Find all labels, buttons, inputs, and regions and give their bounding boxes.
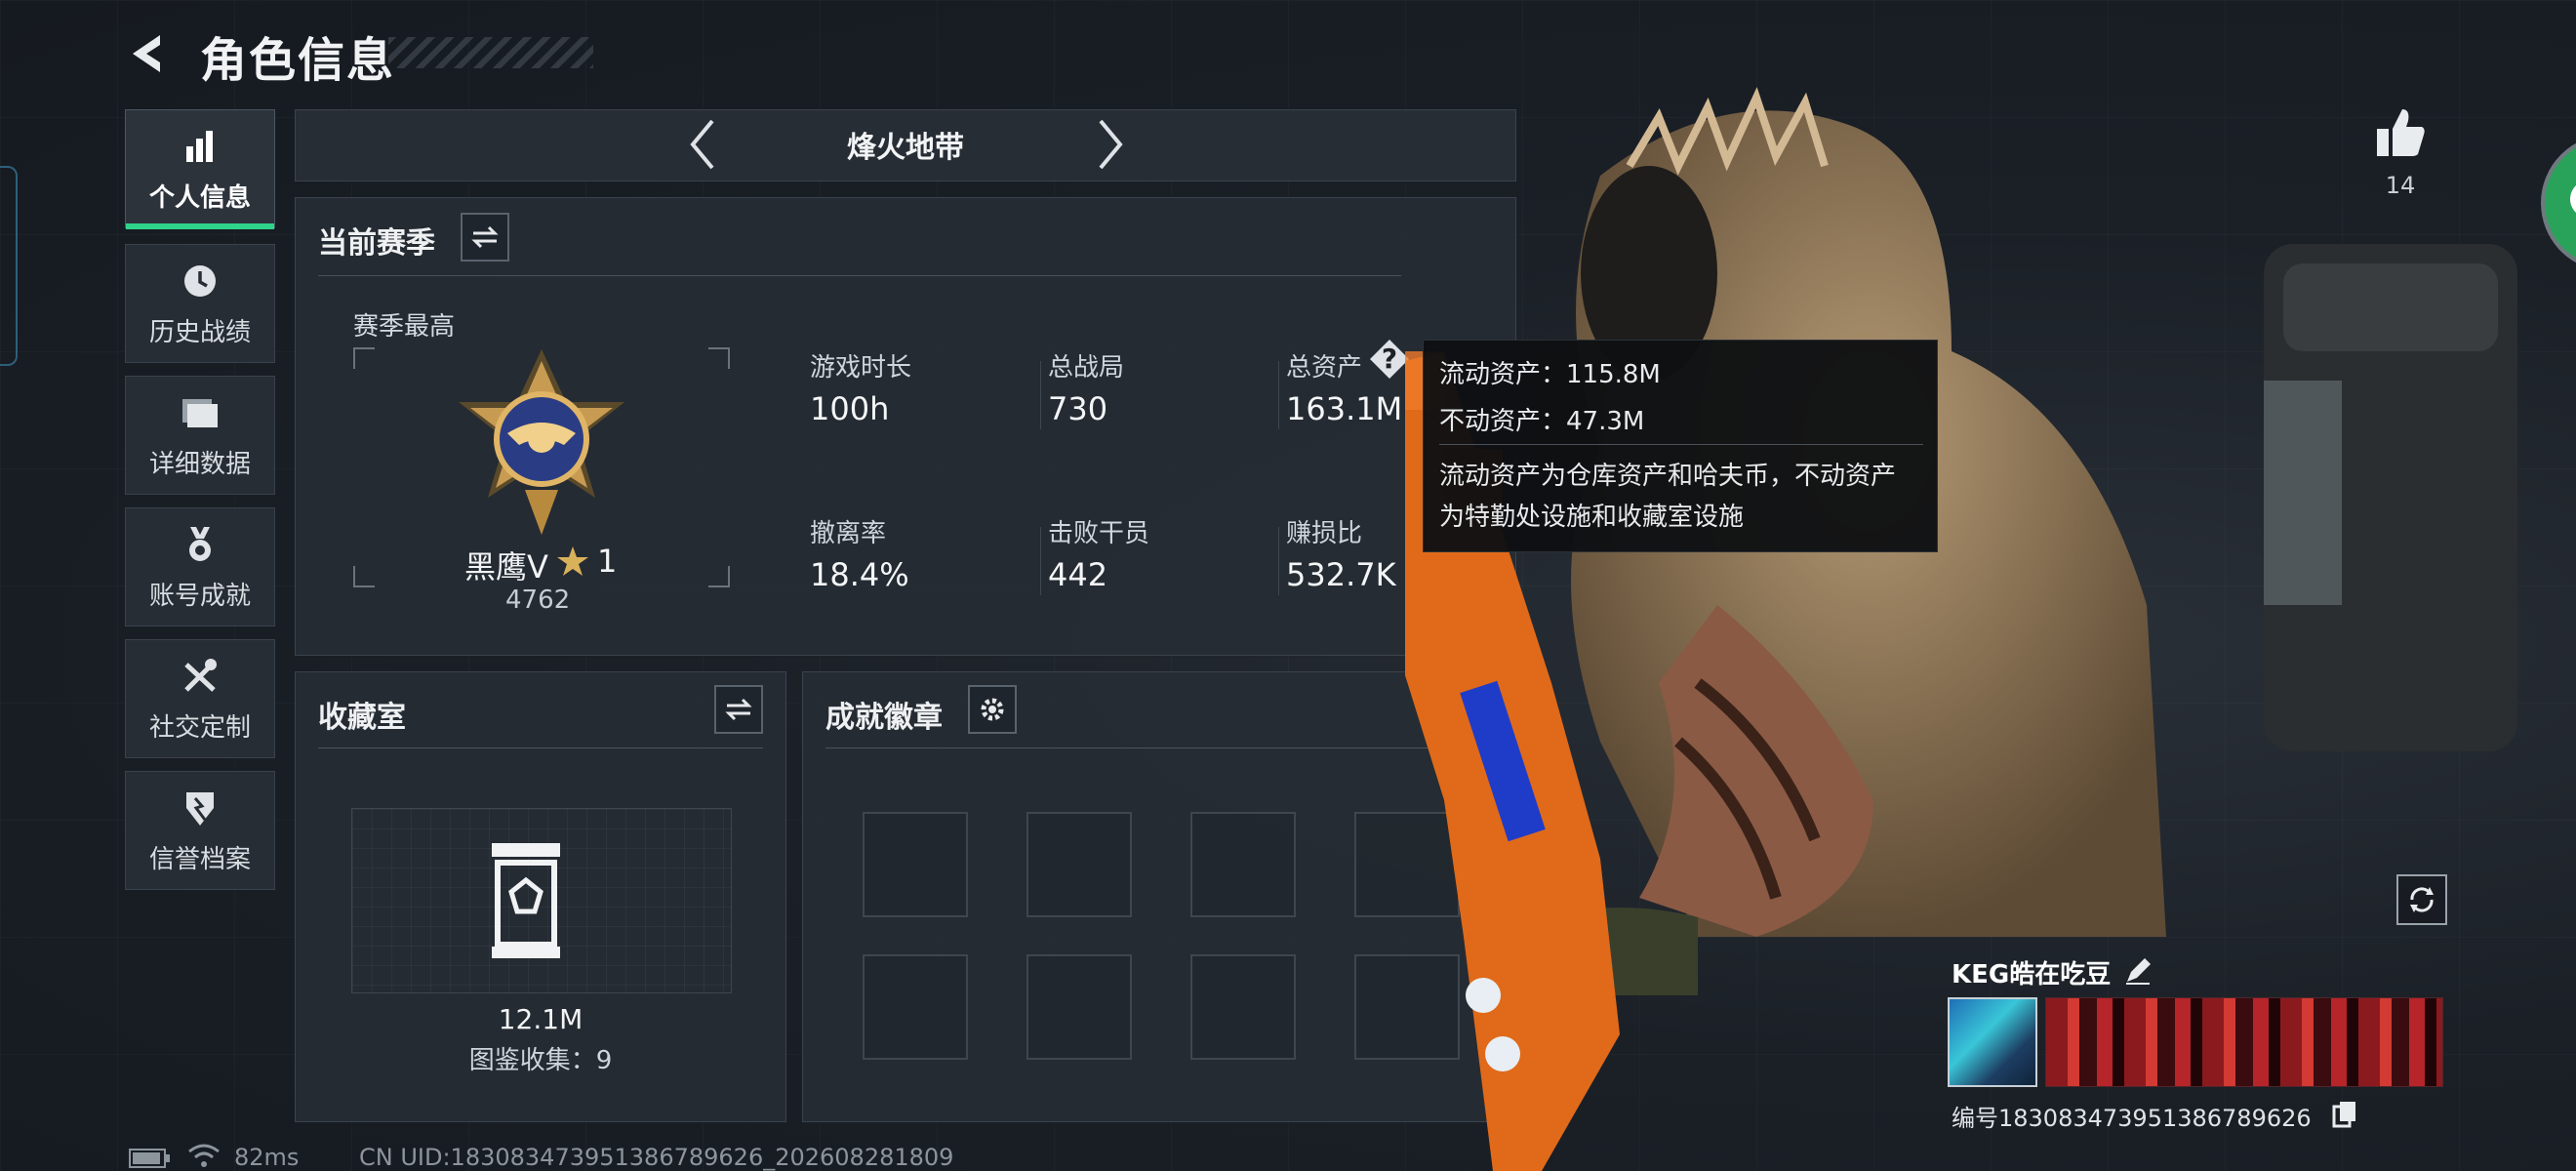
stat-label-playtime: 游戏时长 xyxy=(810,353,912,383)
sidebar-item-history[interactable]: 历史战绩 xyxy=(125,244,275,363)
folder-icon xyxy=(179,391,221,434)
avatar[interactable] xyxy=(1948,997,2037,1087)
stat-label-total-assets: 总资产 xyxy=(1286,353,1363,383)
tooltip-fixed-assets: 不动资产：47.3M xyxy=(1439,407,1645,436)
player-uid: 编号18308347395138678962​6 xyxy=(1952,1105,2312,1132)
badge-slot[interactable] xyxy=(1190,954,1296,1060)
edit-name-icon[interactable] xyxy=(2123,956,2153,986)
rotate-icon xyxy=(2410,887,2434,912)
player-name: KEG皓在吃豆 xyxy=(1952,960,2112,989)
swap-season-button[interactable] xyxy=(461,213,509,262)
stat-value-extract-rate: 18.4% xyxy=(810,556,909,593)
badge-settings-button[interactable] xyxy=(968,685,1017,734)
battery-icon xyxy=(129,1149,170,1168)
rank-name: 黑鹰V xyxy=(464,548,548,586)
assets-tooltip: 流动资产：115.8M 不动资产：47.3M 流动资产为仓库资产和哈夫币，不动资… xyxy=(1423,340,1938,552)
sidebar-item-personal-info[interactable]: 个人信息 xyxy=(125,109,275,229)
swap-collection-button[interactable] xyxy=(714,685,763,734)
gear-icon xyxy=(981,698,1004,721)
back-arrow-icon[interactable] xyxy=(125,29,174,78)
frame-corner xyxy=(353,566,375,587)
badges-title: 成就徽章 xyxy=(825,701,943,735)
divider xyxy=(1278,527,1279,595)
swap-icon xyxy=(725,698,752,721)
season-title: 当前赛季 xyxy=(318,226,435,261)
swap-icon xyxy=(471,225,499,249)
frame-corner xyxy=(708,566,730,587)
sidebar-item-label: 历史战绩 xyxy=(148,317,251,347)
frame-corner xyxy=(708,347,730,369)
sidebar-item-detailed-data[interactable]: 详细数据 xyxy=(125,376,275,495)
clock-icon xyxy=(179,260,221,303)
rank-emblem-icon xyxy=(459,349,624,535)
tooltip-liquid-assets: 流动资产：115.8M xyxy=(1439,360,1661,389)
divider xyxy=(1439,444,1923,445)
thumbs-up-icon[interactable] xyxy=(2373,105,2428,160)
divider xyxy=(318,275,1401,276)
stat-label-profit-ratio: 赚损比 xyxy=(1286,519,1363,548)
stat-value-matches: 730 xyxy=(1048,390,1108,427)
badge-slot[interactable] xyxy=(863,812,968,917)
ping-text: 82ms xyxy=(234,1144,300,1171)
stat-label-matches: 总战局 xyxy=(1048,353,1125,383)
sidebar-item-label: 社交定制 xyxy=(148,712,251,743)
page-title: 角色信息 xyxy=(200,33,396,88)
mode-name: 烽火地带 xyxy=(847,131,964,165)
stat-value-total-assets: 163.1M xyxy=(1286,390,1403,427)
divider xyxy=(1278,361,1279,429)
shield-icon xyxy=(179,787,221,829)
collection-value: 12.1M xyxy=(498,1003,584,1035)
divider xyxy=(1040,527,1041,595)
side-handle[interactable] xyxy=(0,166,18,366)
stat-value-profit-ratio: 532.7K xyxy=(1286,556,1396,593)
frame-corner xyxy=(353,347,375,369)
sidebar-item-label: 个人信息 xyxy=(148,182,251,213)
rank-star-count: 1 xyxy=(597,543,618,580)
divider xyxy=(318,747,763,748)
divider xyxy=(825,747,1493,748)
rank-score: 4762 xyxy=(505,586,571,615)
season-best-label: 赛季最高 xyxy=(353,312,456,342)
badge-slot[interactable] xyxy=(1026,954,1132,1060)
uid-text: CN UID:18308347395138678962​6_2026082818… xyxy=(359,1144,954,1171)
badge-slot[interactable] xyxy=(1190,812,1296,917)
medal-icon xyxy=(179,523,221,566)
tooltip-description-line1: 流动资产为仓库资产和哈夫币，不动资产 xyxy=(1439,462,1897,491)
title-decoration xyxy=(388,37,593,68)
profile-banner[interactable] xyxy=(2045,997,2443,1087)
star-icon xyxy=(557,546,588,576)
bar-chart-icon xyxy=(179,125,221,168)
badge-slot[interactable] xyxy=(863,954,968,1060)
sidebar-item-achievements[interactable]: 账号成就 xyxy=(125,507,275,626)
sidebar-item-social-custom[interactable]: 社交定制 xyxy=(125,639,275,758)
stat-label-extract-rate: 撤离率 xyxy=(810,519,887,548)
wifi-icon xyxy=(188,1144,220,1167)
tools-icon xyxy=(179,655,221,698)
collection-count: 图鉴收集：9 xyxy=(468,1046,613,1075)
collection-vault-icon[interactable] xyxy=(490,841,562,960)
sidebar-item-label: 账号成就 xyxy=(148,581,251,611)
sidebar-item-label: 详细数据 xyxy=(148,449,251,479)
collection-title: 收藏室 xyxy=(318,701,406,735)
tooltip-description-line2: 为特勤处设施和收藏室设施 xyxy=(1439,503,1745,532)
sidebar-item-label: 信誉档案 xyxy=(148,844,251,874)
stat-value-kills: 442 xyxy=(1048,556,1108,593)
rotate-model-button[interactable] xyxy=(2396,874,2447,925)
sidebar-item-credit-record[interactable]: 信誉档案 xyxy=(125,771,275,890)
copy-icon[interactable] xyxy=(2332,1101,2357,1128)
like-count: 14 xyxy=(2385,172,2416,199)
badge-slot[interactable] xyxy=(1026,812,1132,917)
chevron-right-icon[interactable] xyxy=(1091,115,1130,174)
stat-value-playtime: 100h xyxy=(810,390,890,427)
stat-label-kills: 击败干员 xyxy=(1048,519,1150,548)
divider xyxy=(1040,361,1041,429)
